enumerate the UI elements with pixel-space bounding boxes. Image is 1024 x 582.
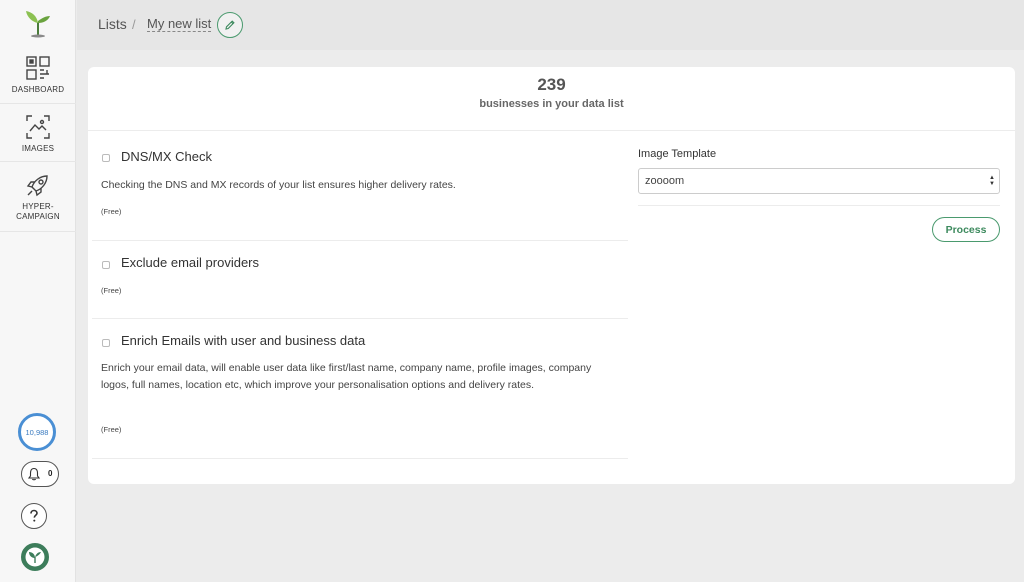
option-enrich-emails: Enrich Emails with user and business dat…: [92, 319, 628, 459]
dns-mx-checkbox[interactable]: [102, 154, 110, 162]
option-dns-mx-check: DNS/MX Check Checking the DNS and MX rec…: [92, 131, 628, 241]
image-template-label: Image Template: [638, 148, 717, 160]
option-description: Enrich your email data, will enable user…: [101, 362, 592, 391]
sidebar: DASHBOARD IMAGES HYPER- CAMPAIGN 10,988: [0, 0, 76, 582]
option-exclude-email-providers: Exclude email providers (Free): [92, 241, 628, 319]
sprout-logo-icon[interactable]: [24, 8, 52, 38]
bell-icon: [27, 467, 41, 481]
sidebar-item-hyper-campaign[interactable]: HYPER- CAMPAIGN: [0, 162, 76, 232]
dashboard-icon: [26, 56, 50, 80]
rocket-icon: [26, 175, 48, 197]
sidebar-item-label: DASHBOARD: [11, 85, 65, 94]
sidebar-item-label-line2: CAMPAIGN: [16, 212, 60, 221]
sidebar-item-label: IMAGES: [21, 144, 55, 153]
sprout-avatar-icon: [25, 547, 45, 567]
option-price: (Free): [101, 207, 122, 216]
breadcrumb-current-list-name[interactable]: My new list: [147, 17, 212, 32]
option-title[interactable]: Enrich Emails with user and business dat…: [121, 333, 365, 348]
sidebar-item-label: HYPER-: [22, 202, 54, 211]
help-button[interactable]: [21, 503, 47, 529]
breadcrumb-separator: /: [132, 17, 136, 32]
images-icon: [26, 115, 50, 139]
pencil-icon: [225, 20, 235, 30]
exclude-providers-checkbox[interactable]: [102, 261, 110, 269]
business-count: 239: [537, 75, 566, 94]
option-price: (Free): [101, 286, 122, 295]
select-arrows-icon: ▲ ▼: [989, 175, 995, 187]
credits-badge[interactable]: 10,988: [18, 413, 56, 451]
sidebar-item-images[interactable]: IMAGES: [0, 104, 76, 162]
image-template-select[interactable]: zoooom ▲ ▼: [638, 168, 1000, 194]
notifications-button[interactable]: 0: [21, 461, 59, 487]
option-title[interactable]: DNS/MX Check: [121, 149, 212, 164]
avatar[interactable]: [21, 543, 49, 571]
question-mark-icon: [30, 509, 38, 522]
image-template-selected-value: zoooom: [645, 175, 685, 187]
option-price: (Free): [101, 425, 122, 434]
edit-list-name-button[interactable]: [217, 12, 243, 38]
notification-count: 0: [48, 469, 53, 478]
header-bar: Lists / My new list: [77, 0, 1024, 50]
business-count-label: businesses in your data list: [479, 98, 624, 110]
divider: [638, 205, 1000, 206]
process-button[interactable]: Process: [932, 217, 1000, 242]
option-title[interactable]: Exclude email providers: [121, 255, 259, 270]
breadcrumb-lists-link[interactable]: Lists: [98, 16, 127, 32]
credits-count: 10,988: [25, 427, 49, 437]
list-details-card: 239 businesses in your data list DNS/MX …: [88, 67, 1015, 484]
enrich-emails-checkbox[interactable]: [102, 339, 110, 347]
sidebar-item-dashboard[interactable]: DASHBOARD: [0, 48, 76, 104]
option-description: Checking the DNS and MX records of your …: [101, 179, 456, 191]
